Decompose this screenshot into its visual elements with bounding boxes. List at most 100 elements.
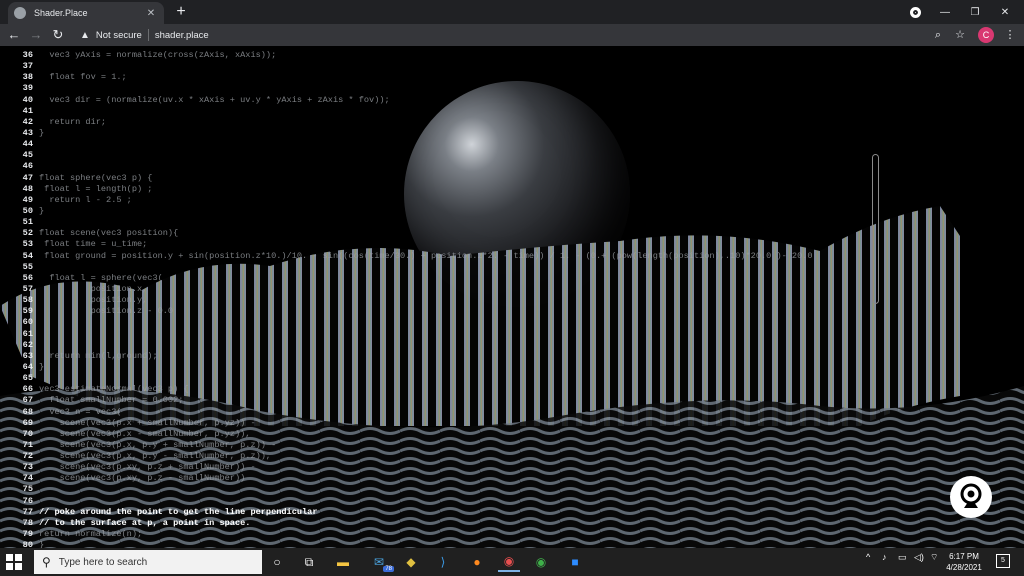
code-line[interactable]: 62 <box>0 340 1024 351</box>
volume-icon[interactable]: ◁) <box>914 552 924 563</box>
code-line[interactable]: 77 // poke around the point to get the li… <box>0 507 1024 518</box>
code-line[interactable]: 80} <box>0 540 1024 548</box>
battery-icon[interactable]: ▭ <box>898 552 907 563</box>
shader-canvas[interactable]: 36 vec3 yAxis = normalize(cross(zAxis, x… <box>0 46 1024 548</box>
tray-chevron-icon[interactable]: ^ <box>866 552 870 562</box>
code-line[interactable]: 43} <box>0 128 1024 139</box>
code-text[interactable]: return l - 2.5 ; <box>39 195 132 206</box>
code-line[interactable]: 60 <box>0 317 1024 328</box>
code-line[interactable]: 67 float smallNumber = 0.002; <box>0 395 1024 406</box>
code-line[interactable]: 48 float l = length(p) ; <box>0 184 1024 195</box>
code-line[interactable]: 58 position.y, <box>0 295 1024 306</box>
code-text[interactable]: float sphere(vec3 p) { <box>39 173 152 184</box>
code-text[interactable]: float l = length(p) ; <box>39 184 152 195</box>
sourcetree-icon[interactable]: ◆ <box>400 552 422 572</box>
code-line[interactable]: 64} <box>0 362 1024 373</box>
code-text[interactable]: float smallNumber = 0.002; <box>39 395 183 406</box>
code-text[interactable]: scene(vec3(p.x, p.y + smallNumber, p.z))… <box>39 440 277 451</box>
code-line[interactable]: 78 // to the surface at p, a point in spa… <box>0 518 1024 529</box>
code-text[interactable]: vec3 yAxis = normalize(cross(zAxis, xAxi… <box>39 50 276 61</box>
code-text[interactable]: float scene(vec3 position){ <box>39 228 178 239</box>
code-text[interactable]: } <box>39 206 44 217</box>
code-line[interactable]: 55 <box>0 262 1024 273</box>
new-tab-button[interactable]: + <box>172 3 190 21</box>
code-line[interactable]: 42 return dir; <box>0 117 1024 128</box>
taskbar-search-box[interactable]: ⚲ Type here to search <box>34 550 262 574</box>
code-line[interactable]: 41 <box>0 106 1024 117</box>
code-line[interactable]: 37 <box>0 61 1024 72</box>
code-line[interactable]: 75 <box>0 484 1024 495</box>
code-text[interactable]: scene(vec3(p.x - smallNumber, p.yz)), <box>39 429 251 440</box>
code-text[interactable]: return dir; <box>39 117 106 128</box>
taskbar-clock[interactable]: 6:17 PM 4/28/2021 <box>936 551 992 573</box>
code-line[interactable]: 56 float l = sphere(vec3( <box>0 273 1024 284</box>
code-line[interactable]: 50} <box>0 206 1024 217</box>
mail-icon[interactable]: ✉ 78 <box>368 552 394 572</box>
code-line[interactable]: 72 scene(vec3(p.x, p.y - smallNumber, p.… <box>0 451 1024 462</box>
code-text[interactable]: } <box>39 540 44 548</box>
code-line[interactable]: 49 return l - 2.5 ; <box>0 195 1024 206</box>
code-line[interactable]: 53 float time = u_time; <box>0 239 1024 250</box>
code-text[interactable]: position.x, <box>39 284 148 295</box>
browser-tab[interactable]: Shader.Place ✕ <box>8 2 164 24</box>
chrome-profile-icon[interactable]: ◉ <box>498 552 520 572</box>
reload-button[interactable]: ↻ <box>50 27 66 43</box>
address-bar[interactable]: ▲ Not secure shader.place <box>72 26 974 44</box>
code-text[interactable]: scene(vec3(p.x + smallNumber, p.yz)) - <box>39 418 256 429</box>
code-line[interactable]: 44 <box>0 139 1024 150</box>
code-editor[interactable]: 36 vec3 yAxis = normalize(cross(zAxis, x… <box>0 50 1024 548</box>
forward-button[interactable]: → <box>28 27 44 43</box>
warning-icon[interactable]: ▲ <box>80 30 90 41</box>
code-line[interactable]: 38 float fov = 1.; <box>0 72 1024 83</box>
code-line[interactable]: 52 float scene(vec3 position){ <box>0 228 1024 239</box>
code-text[interactable]: float time = u_time; <box>39 239 147 250</box>
zoom-icon[interactable]: ⌕ <box>930 27 946 43</box>
code-line[interactable]: 79 return normalize(n); <box>0 529 1024 540</box>
code-line[interactable]: 71 scene(vec3(p.x, p.y + smallNumber, p.… <box>0 440 1024 451</box>
restore-button[interactable]: ❐ <box>960 7 990 18</box>
file-explorer-icon[interactable]: ▬ <box>332 552 354 572</box>
code-line[interactable]: 39 <box>0 83 1024 94</box>
code-line[interactable]: 46 <box>0 161 1024 172</box>
code-line[interactable]: 36 vec3 yAxis = normalize(cross(zAxis, x… <box>0 50 1024 61</box>
profile-avatar[interactable]: C <box>978 27 994 43</box>
code-text[interactable]: vec3 estimateNormal(vec3 p) { <box>39 384 189 395</box>
code-line[interactable]: 45 <box>0 150 1024 161</box>
chrome-icon[interactable]: ◉ <box>530 552 552 572</box>
bookmark-star-icon[interactable]: ☆ <box>952 27 968 43</box>
code-line[interactable]: 51 <box>0 217 1024 228</box>
code-line[interactable]: 59 position.z - 0.0 <box>0 306 1024 317</box>
code-line[interactable]: 54 float ground = position.y + sin(posit… <box>0 251 1024 262</box>
windows-start-icon[interactable] <box>6 554 22 570</box>
security-label[interactable]: Not secure <box>96 30 142 41</box>
code-line[interactable]: 73 scene(vec3(p.xy, p.z + smallNumber)) … <box>0 462 1024 473</box>
code-text[interactable]: } <box>39 362 44 373</box>
back-button[interactable]: ← <box>6 27 22 43</box>
media-control-icon[interactable] <box>910 7 921 18</box>
code-text[interactable]: } <box>39 128 44 139</box>
code-text[interactable]: scene(vec3(p.x, p.y - smallNumber, p.z))… <box>39 451 271 462</box>
code-text[interactable]: scene(vec3(p.xy, p.z + smallNumber)) - <box>39 462 256 473</box>
code-line[interactable]: 40 vec3 dir = (normalize(uv.x * xAxis + … <box>0 95 1024 106</box>
minimize-button[interactable]: — <box>930 7 960 18</box>
code-line[interactable]: 69 scene(vec3(p.x + smallNumber, p.yz)) … <box>0 418 1024 429</box>
code-text[interactable]: // poke around the point to get the line… <box>39 507 317 518</box>
code-line[interactable]: 57 position.x, <box>0 284 1024 295</box>
tab-close-icon[interactable]: ✕ <box>144 8 158 19</box>
code-line[interactable]: 63 return min(l,ground); <box>0 351 1024 362</box>
code-text[interactable]: position.z - 0.0 <box>39 306 174 317</box>
code-text[interactable]: vec3 dir = (normalize(uv.x * xAxis + uv.… <box>39 95 389 106</box>
code-line[interactable]: 66 vec3 estimateNormal(vec3 p) { <box>0 384 1024 395</box>
code-line[interactable]: 65 <box>0 373 1024 384</box>
code-line[interactable]: 68 vec3 n = vec3( <box>0 407 1024 418</box>
url-text[interactable]: shader.place <box>155 30 209 41</box>
webcam-record-button[interactable] <box>950 476 992 518</box>
code-text[interactable]: // to the surface at p, a point in space… <box>39 518 250 529</box>
code-line[interactable]: 76 <box>0 496 1024 507</box>
code-text[interactable]: float ground = position.y + sin(position… <box>39 251 812 262</box>
notification-center-icon[interactable]: 5 <box>996 554 1010 568</box>
cortana-icon[interactable]: ○ <box>266 552 288 572</box>
task-view-icon[interactable]: ⧉ <box>298 552 320 572</box>
code-text[interactable]: float fov = 1.; <box>39 72 126 83</box>
close-window-button[interactable]: ✕ <box>990 7 1020 18</box>
